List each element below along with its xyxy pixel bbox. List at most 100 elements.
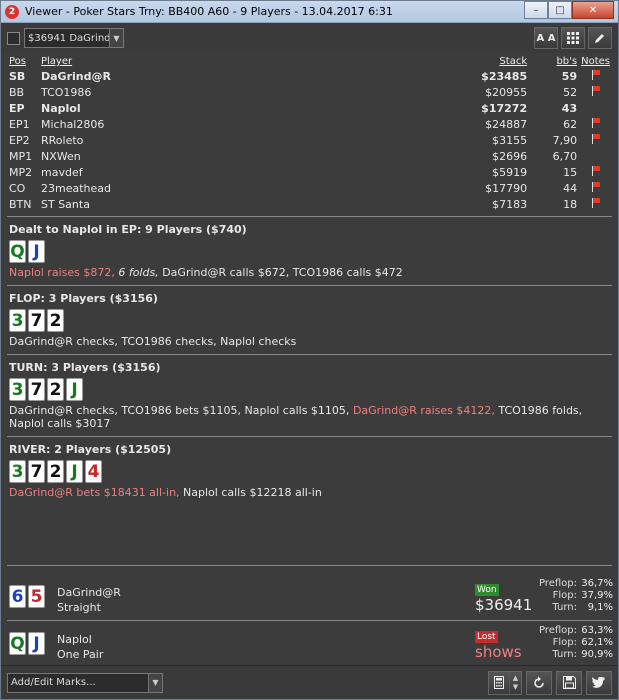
grid-button[interactable] (561, 27, 585, 49)
player-bbs: 43 (561, 101, 578, 115)
edit-button[interactable] (588, 27, 612, 49)
player-notes[interactable] (579, 100, 612, 116)
playing-card: 2 (47, 378, 64, 401)
col-bbs[interactable]: bb's (529, 55, 579, 68)
preflop-cards: QJ (9, 240, 612, 263)
player-row[interactable]: MP1 NXWen $2696 6,70 (7, 148, 612, 164)
player-pos: CO (9, 181, 26, 195)
note-flag-icon[interactable] (591, 165, 601, 176)
top-toolbar: $36941 DaGrind@F ▼ A A (1, 23, 618, 53)
player-name: DaGrind@R (41, 69, 111, 83)
chevron-down-icon[interactable]: ▼ (148, 673, 162, 692)
river-title: RIVER: 2 Players ($12505) (9, 443, 172, 456)
equity-value: 9,1% (587, 602, 613, 613)
player-stack: $17790 (485, 181, 528, 195)
player-bbs: 15 (563, 165, 578, 179)
player-bbs: 52 (563, 85, 578, 99)
player-notes[interactable] (579, 148, 612, 164)
spinner-arrows-icon[interactable]: ▲ ▼ (509, 671, 521, 694)
player-pos: EP1 (9, 117, 30, 131)
equity-value: 37,9% (581, 590, 613, 601)
turn-cards: 372J (9, 378, 612, 401)
player-notes[interactable] (579, 68, 612, 84)
player-row[interactable]: BB TCO1986 $20955 52 (7, 84, 612, 100)
player-notes[interactable] (579, 180, 612, 196)
hand-select-value: $36941 DaGrind@F (28, 32, 109, 44)
playing-card: J (28, 632, 45, 655)
player-notes[interactable] (579, 196, 612, 212)
player-row[interactable]: EP1 Michal2806 $24887 62 (7, 116, 612, 132)
viewer-window: 2 Viewer - Poker Stars Trny: BB400 A60 -… (0, 0, 619, 700)
lost-badge: Lost (475, 631, 498, 643)
player-row[interactable]: BTN ST Santa $7183 18 (7, 196, 612, 212)
player-notes[interactable] (579, 116, 612, 132)
marks-select[interactable]: Add/Edit Marks... ▼ (7, 672, 163, 693)
twitter-button[interactable] (586, 670, 612, 695)
player-stack: $23485 (481, 69, 528, 83)
preflop-folds: 6 folds, (118, 266, 159, 279)
col-player[interactable]: Player (39, 55, 469, 68)
players-header: Pos Player Stack bb's Notes (7, 55, 612, 68)
note-flag-icon[interactable] (591, 197, 601, 208)
player-name: 23meathead (41, 181, 111, 195)
equity-label: Flop: (552, 590, 577, 601)
close-button[interactable]: ✕ (572, 1, 614, 19)
hand-checkbox[interactable] (7, 31, 20, 45)
playing-card: J (28, 240, 45, 263)
player-name: RRoleto (41, 133, 84, 147)
player-row[interactable]: SB DaGrind@R $23485 59 (7, 68, 612, 84)
equity-value: 62,1% (581, 637, 613, 648)
flop-section: FLOP: 3 Players ($3156) 372 DaGrind@R ch… (7, 292, 612, 348)
winner-equity: Preflop: 36,7% Flop: 37,9% Turn: 9,1% (527, 578, 613, 614)
playing-card: 3 (9, 460, 26, 483)
playing-card: Q (9, 632, 26, 655)
showdown-results: 65 DaGrind@R Straight Won $36941 Preflop… (7, 565, 613, 663)
chevron-down-icon[interactable]: ▼ (109, 29, 123, 47)
turn-highlight-action: DaGrind@R raises $4122, (352, 404, 495, 417)
result-row-loser: QJ Naplol One Pair Lost shows Preflop: 63… (7, 625, 613, 663)
player-row[interactable]: EP Naplol $17272 43 (7, 100, 612, 116)
hand-select[interactable]: $36941 DaGrind@F ▼ (24, 28, 124, 48)
col-stack[interactable]: Stack (469, 55, 529, 68)
note-flag-icon[interactable] (591, 69, 601, 80)
font-size-button[interactable]: A A (534, 27, 558, 49)
refresh-button[interactable] (526, 670, 552, 695)
calculator-button[interactable] (489, 671, 509, 695)
player-pos: SB (9, 69, 26, 83)
window-controls: – □ ✕ (524, 1, 614, 19)
player-notes[interactable] (579, 164, 612, 180)
note-flag-icon[interactable] (591, 133, 601, 144)
player-pos: BTN (9, 197, 32, 211)
note-flag-icon[interactable] (591, 85, 601, 96)
preflop-actions: Naplol raises $872, 6 folds, DaGrind@R c… (9, 266, 612, 279)
turn-title: TURN: 3 Players ($3156) (9, 361, 161, 374)
player-bbs: 7,90 (552, 133, 578, 147)
player-notes[interactable] (579, 132, 612, 148)
note-flag-icon[interactable] (591, 181, 601, 192)
minimize-button[interactable]: – (524, 1, 548, 19)
player-row[interactable]: MP2 mavdef $5919 15 (7, 164, 612, 180)
river-highlight-action: DaGrind@R bets $18431 all-in, (9, 486, 180, 499)
player-name: Michal2806 (41, 117, 105, 131)
result-row-winner: 65 DaGrind@R Straight Won $36941 Preflop… (7, 578, 613, 616)
player-row[interactable]: CO 23meathead $17790 44 (7, 180, 612, 196)
note-flag-icon[interactable] (591, 117, 601, 128)
player-pos: BB (9, 85, 25, 99)
won-amount: $36941 (475, 596, 533, 614)
player-row[interactable]: EP2 RRoleto $3155 7,90 (7, 132, 612, 148)
save-button[interactable] (556, 670, 582, 695)
marks-select-value: Add/Edit Marks... (11, 677, 96, 688)
river-cards: 372J4 (9, 460, 612, 483)
calculator-spinner[interactable]: ▲ ▼ (488, 670, 522, 695)
player-notes[interactable] (579, 84, 612, 100)
refresh-icon (534, 676, 544, 688)
playing-card: J (66, 460, 83, 483)
loser-equity: Preflop: 63,3% Flop: 62,1% Turn: 90,9% (527, 625, 613, 661)
playing-card: 7 (28, 309, 45, 332)
winner-hand: Straight (57, 601, 101, 614)
player-bbs: 62 (563, 117, 578, 131)
col-pos[interactable]: Pos (7, 55, 39, 68)
col-notes[interactable]: Notes (579, 55, 612, 68)
title-bar[interactable]: 2 Viewer - Poker Stars Trny: BB400 A60 -… (1, 1, 618, 23)
maximize-button[interactable]: □ (548, 1, 572, 19)
